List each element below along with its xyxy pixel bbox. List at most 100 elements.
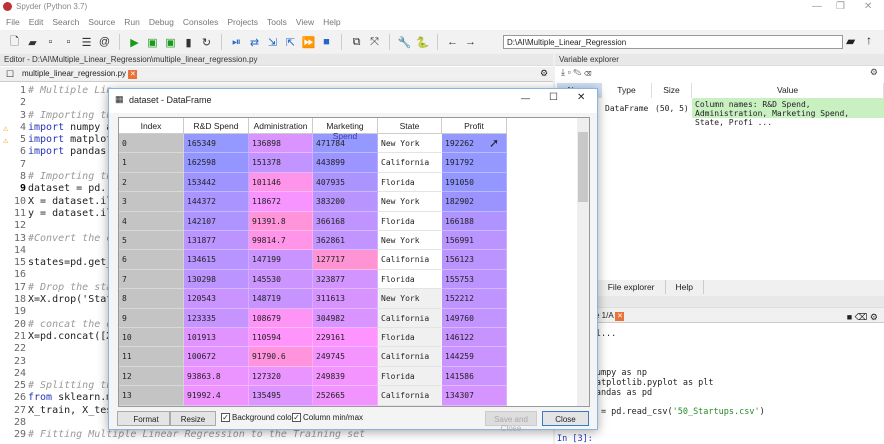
erase-icon[interactable]: ⌫: [584, 67, 591, 77]
data-cell[interactable]: 134307: [442, 386, 507, 406]
data-cell[interactable]: 149760: [442, 308, 507, 328]
close-dialog-button[interactable]: Close: [542, 411, 589, 426]
data-cell[interactable]: 182902: [442, 192, 507, 212]
menu-tools[interactable]: Tools: [267, 17, 287, 28]
data-cell[interactable]: 144259: [442, 347, 507, 367]
code-line[interactable]: 29 # Fitting Multiple Linear Regression t…: [0, 429, 553, 441]
data-cell[interactable]: 135495: [249, 386, 313, 406]
data-cell[interactable]: 304982: [313, 308, 378, 328]
save-all-icon[interactable]: ▫: [62, 36, 75, 49]
parent-dir-icon[interactable]: ↑: [866, 33, 872, 47]
run-icon[interactable]: ▶: [128, 36, 141, 49]
header-value[interactable]: Value: [692, 83, 884, 98]
data-cell[interactable]: 141586: [442, 366, 507, 387]
data-cell[interactable]: 91391.8: [249, 211, 313, 231]
data-cell[interactable]: New York: [378, 192, 442, 212]
open-icon[interactable]: ▰: [26, 36, 39, 49]
tab-file-explorer[interactable]: File explorer: [598, 280, 666, 294]
minimize-button[interactable]: —: [812, 1, 822, 12]
data-cell[interactable]: California: [378, 250, 442, 270]
step-return-icon[interactable]: ⇱: [284, 36, 297, 49]
data-cell[interactable]: California: [378, 386, 442, 406]
data-cell[interactable]: 142107: [184, 211, 249, 231]
menu-file[interactable]: File: [6, 17, 20, 28]
dialog-maximize-button[interactable]: ☐: [549, 92, 558, 103]
data-cell[interactable]: Florida: [378, 211, 442, 231]
data-cell[interactable]: 229161: [313, 328, 378, 348]
data-cell[interactable]: 165349: [184, 134, 249, 154]
data-cell[interactable]: New York: [378, 231, 442, 251]
data-cell[interactable]: 153442: [184, 172, 249, 193]
data-cell[interactable]: New York: [378, 289, 442, 309]
data-cell[interactable]: 91790.6: [249, 347, 313, 367]
data-cell[interactable]: California: [378, 308, 442, 328]
step-into-icon[interactable]: ⇲: [266, 36, 279, 49]
data-cell[interactable]: 127717: [313, 250, 378, 270]
data-cell[interactable]: 407935: [313, 172, 378, 193]
outline-icon[interactable]: ☰: [80, 36, 93, 49]
column-header-marketing-spend[interactable]: Marketing Spend: [313, 118, 378, 141]
fullscreen-icon[interactable]: ⤧: [368, 36, 381, 49]
data-cell[interactable]: 166188: [442, 211, 507, 231]
file-tab[interactable]: multiple_linear_regression.py ✕: [22, 69, 138, 79]
var-size[interactable]: (50, 5): [652, 98, 692, 118]
import-data-icon[interactable]: ⤓: [561, 67, 565, 77]
data-cell[interactable]: 91992.4: [184, 386, 249, 406]
menu-search[interactable]: Search: [52, 17, 79, 28]
menu-debug[interactable]: Debug: [149, 17, 174, 28]
data-cell[interactable]: Florida: [378, 269, 442, 290]
data-cell[interactable]: 110594: [249, 328, 313, 348]
data-cell[interactable]: 144372: [184, 192, 249, 212]
data-cell[interactable]: 443899: [313, 153, 378, 173]
scrollbar-thumb[interactable]: [578, 132, 588, 202]
options-gear-icon[interactable]: ⚙: [540, 68, 548, 79]
browse-folder-icon[interactable]: ▰: [846, 34, 855, 48]
forward-icon[interactable]: →: [464, 36, 477, 49]
data-cell[interactable]: 191792: [442, 153, 507, 173]
menu-projects[interactable]: Projects: [227, 17, 258, 28]
data-cell[interactable]: 101913: [184, 328, 249, 348]
continue-icon[interactable]: ⏩: [302, 36, 316, 49]
header-size[interactable]: Size: [652, 83, 692, 98]
data-cell[interactable]: 100672: [184, 347, 249, 367]
data-cell[interactable]: 120543: [184, 289, 249, 309]
data-cell[interactable]: Florida: [378, 366, 442, 387]
menu-run[interactable]: Run: [124, 17, 140, 28]
data-cell[interactable]: 123335: [184, 308, 249, 328]
column-header-administration[interactable]: Administration: [249, 118, 313, 134]
rerun-icon[interactable]: ↻: [200, 36, 213, 49]
save-icon[interactable]: ▫: [44, 36, 57, 49]
stop-icon[interactable]: ■: [847, 312, 852, 322]
column-header-state[interactable]: State: [378, 118, 442, 134]
data-cell[interactable]: 362861: [313, 231, 378, 251]
data-cell[interactable]: 148719: [249, 289, 313, 309]
save-as-icon[interactable]: ✎: [573, 67, 581, 77]
tab-help[interactable]: Help: [666, 280, 704, 294]
run-cell-icon[interactable]: ▣: [146, 36, 159, 49]
data-cell[interactable]: California: [378, 153, 442, 173]
console-tab[interactable]: e 1/A ✕ ■ ⌫ ⚙: [555, 308, 884, 323]
maximize-button[interactable]: ❐: [836, 1, 845, 12]
data-cell[interactable]: 136898: [249, 134, 313, 154]
data-cell[interactable]: 471784: [313, 134, 378, 154]
data-cell[interactable]: 191050: [442, 172, 507, 193]
back-icon[interactable]: ←: [446, 36, 459, 49]
save-and-close-button[interactable]: Save and Close: [485, 411, 537, 433]
data-cell[interactable]: 323877: [313, 269, 378, 290]
header-type[interactable]: Type: [602, 83, 652, 98]
data-cell[interactable]: 151378: [249, 153, 313, 173]
menu-help[interactable]: Help: [323, 17, 340, 28]
data-cell[interactable]: 93863.8: [184, 366, 249, 387]
data-cell[interactable]: 146122: [442, 328, 507, 348]
save-data-icon[interactable]: ▫: [568, 67, 571, 77]
data-cell[interactable]: 130298: [184, 269, 249, 290]
options-gear-icon[interactable]: ⚙: [870, 67, 878, 78]
data-cell[interactable]: California: [378, 347, 442, 367]
python-path-icon[interactable]: 🐍: [416, 36, 430, 49]
console-prompt[interactable]: In [3]:: [557, 434, 593, 444]
column-minmax-checkbox[interactable]: ✓ Column min/max: [292, 413, 363, 422]
at-icon[interactable]: @: [98, 36, 111, 49]
data-cell[interactable]: 366168: [313, 211, 378, 231]
data-cell[interactable]: 108679: [249, 308, 313, 328]
data-cell[interactable]: 156123: [442, 250, 507, 270]
